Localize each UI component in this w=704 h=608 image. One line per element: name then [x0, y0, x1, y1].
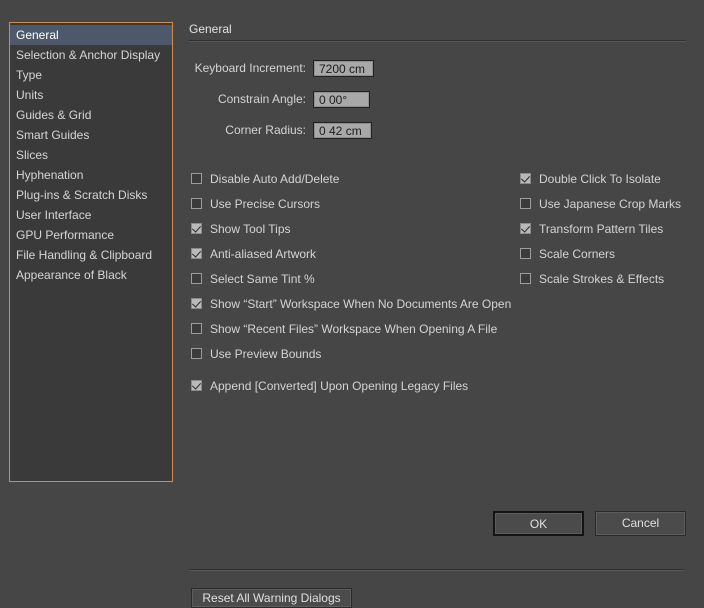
checkbox-label: Show “Start” Workspace When No Documents… — [210, 296, 512, 311]
sidebar-item-label: Guides & Grid — [16, 108, 92, 122]
checkbox-row[interactable]: Show Tool Tips — [191, 216, 521, 241]
checkbox-label: Show “Recent Files” Workspace When Openi… — [210, 321, 498, 336]
sidebar-item-slices[interactable]: Slices — [10, 145, 172, 165]
checkbox-checked-icon[interactable] — [520, 223, 531, 234]
keyboard-increment-input[interactable]: 7200 cm — [313, 59, 374, 77]
checkbox-label: Scale Strokes & Effects — [539, 271, 665, 286]
sidebar-item-label: Slices — [16, 148, 49, 162]
checkbox-checked-icon[interactable] — [191, 223, 202, 234]
checkbox-unchecked-icon[interactable] — [191, 348, 202, 359]
checkbox-checked-icon[interactable] — [191, 298, 202, 309]
preferences-content-pane: General Keyboard Increment: 7200 cm Constr… — [189, 22, 686, 608]
sidebar-item-label: Units — [16, 88, 44, 102]
sidebar-item-user-interface[interactable]: User Interface — [10, 205, 172, 225]
constrain-angle-input[interactable]: 0 00° — [313, 90, 370, 108]
sidebar-item-plug-ins-scratch-disks[interactable]: Plug-ins & Scratch Disks — [10, 185, 172, 205]
sidebar-item-label: General — [16, 28, 59, 42]
checkbox-label: Scale Corners — [539, 246, 616, 261]
sidebar-item-label: Hyphenation — [16, 168, 84, 182]
options-column-left: Disable Auto Add/Delete Use Precise Curso… — [191, 166, 521, 398]
sidebar-item-label: Type — [16, 68, 43, 82]
numeric-fields-group: Keyboard Increment: 7200 cm Constrain Angl… — [189, 57, 686, 141]
sidebar-item-guides-grid[interactable]: Guides & Grid — [10, 105, 172, 125]
sidebar-item-file-handling-clipboard[interactable]: File Handling & Clipboard — [10, 245, 172, 265]
title-separator — [189, 40, 686, 42]
checkbox-unchecked-icon[interactable] — [191, 198, 202, 209]
sidebar-item-type[interactable]: Type — [10, 65, 172, 85]
reset-all-warning-dialogs-button[interactable]: Reset All Warning Dialogs — [191, 588, 352, 608]
checkbox-checked-icon[interactable] — [520, 173, 531, 184]
sidebar-item-gpu-performance[interactable]: GPU Performance — [10, 225, 172, 245]
sidebar-item-label: File Handling & Clipboard — [16, 248, 153, 262]
sidebar-item-label: GPU Performance — [16, 228, 115, 242]
field-row-constrain-angle: Constrain Angle: 0 00° — [189, 88, 686, 110]
reset-section: Reset All Warning Dialogs — [189, 569, 688, 608]
checkbox-label: Show Tool Tips — [210, 221, 291, 236]
reset-separator — [189, 569, 684, 571]
checkbox-row[interactable]: Append [Converted] Upon Opening Legacy F… — [191, 373, 521, 398]
checkbox-label: Anti-aliased Artwork — [210, 246, 317, 261]
checkbox-row[interactable]: Use Preview Bounds — [191, 341, 521, 366]
checkbox-label: Use Preview Bounds — [210, 346, 322, 361]
checkbox-unchecked-icon[interactable] — [520, 198, 531, 209]
checkbox-label: Select Same Tint % — [210, 271, 315, 286]
constrain-angle-label: Constrain Angle: — [217, 92, 306, 106]
preferences-category-list[interactable]: General Selection & Anchor Display Type Uni… — [9, 22, 173, 482]
sidebar-item-label: Smart Guides — [16, 128, 90, 142]
sidebar-item-label: Appearance of Black — [16, 268, 127, 282]
sidebar-item-smart-guides[interactable]: Smart Guides — [10, 125, 172, 145]
checkbox-unchecked-icon[interactable] — [191, 323, 202, 334]
checkbox-label: Double Click To Isolate — [539, 171, 661, 186]
checkbox-row[interactable]: Anti-aliased Artwork — [191, 241, 521, 266]
checkbox-unchecked-icon[interactable] — [191, 273, 202, 284]
corner-radius-input[interactable]: 0 42 cm — [313, 121, 372, 139]
sidebar-item-hyphenation[interactable]: Hyphenation — [10, 165, 172, 185]
checkbox-unchecked-icon[interactable] — [520, 248, 531, 259]
checkbox-row[interactable]: Show “Recent Files” Workspace When Openi… — [191, 316, 521, 341]
field-row-keyboard-increment: Keyboard Increment: 7200 cm — [189, 57, 686, 79]
checkbox-label: Use Japanese Crop Marks — [539, 196, 682, 211]
dialog-footer: OK Cancel — [493, 511, 686, 536]
sidebar-item-selection-anchor-display[interactable]: Selection & Anchor Display — [10, 45, 172, 65]
checkbox-row[interactable]: Select Same Tint % — [191, 266, 521, 291]
checkbox-unchecked-icon[interactable] — [520, 273, 531, 284]
checkbox-label: Use Precise Cursors — [210, 196, 321, 211]
sidebar-item-label: Plug-ins & Scratch Disks — [16, 188, 148, 202]
options-checkbox-area: Disable Auto Add/Delete Use Precise Curso… — [189, 166, 686, 608]
keyboard-increment-label: Keyboard Increment: — [194, 61, 306, 75]
corner-radius-label: Corner Radius: — [225, 123, 306, 137]
checkbox-unchecked-icon[interactable] — [191, 173, 202, 184]
checkbox-label: Transform Pattern Tiles — [539, 221, 664, 236]
checkbox-row[interactable]: Double Click To Isolate — [520, 166, 690, 191]
sidebar-item-appearance-of-black[interactable]: Appearance of Black — [10, 265, 172, 285]
checkbox-row[interactable]: Use Precise Cursors — [191, 191, 521, 216]
checkbox-row[interactable]: Scale Strokes & Effects — [520, 266, 690, 291]
sidebar-item-label: Selection & Anchor Display — [16, 48, 161, 62]
sidebar-item-label: User Interface — [16, 208, 92, 222]
sidebar-item-units[interactable]: Units — [10, 85, 172, 105]
checkbox-label: Append [Converted] Upon Opening Legacy F… — [210, 378, 469, 393]
field-row-corner-radius: Corner Radius: 0 42 cm — [189, 119, 686, 141]
sidebar-item-general[interactable]: General — [10, 25, 172, 45]
checkbox-row[interactable]: Show “Start” Workspace When No Documents… — [191, 291, 521, 316]
checkbox-row[interactable]: Scale Corners — [520, 241, 690, 266]
checkbox-row[interactable]: Disable Auto Add/Delete — [191, 166, 521, 191]
cancel-button[interactable]: Cancel — [595, 511, 686, 536]
checkbox-checked-icon[interactable] — [191, 380, 202, 391]
page-title: General — [189, 22, 232, 36]
options-column-right: Double Click To Isolate Use Japanese Crop… — [520, 166, 690, 291]
checkbox-row[interactable]: Transform Pattern Tiles — [520, 216, 690, 241]
checkbox-row[interactable]: Use Japanese Crop Marks — [520, 191, 690, 216]
ok-button[interactable]: OK — [493, 511, 584, 536]
checkbox-label: Disable Auto Add/Delete — [210, 171, 340, 186]
checkbox-checked-icon[interactable] — [191, 248, 202, 259]
